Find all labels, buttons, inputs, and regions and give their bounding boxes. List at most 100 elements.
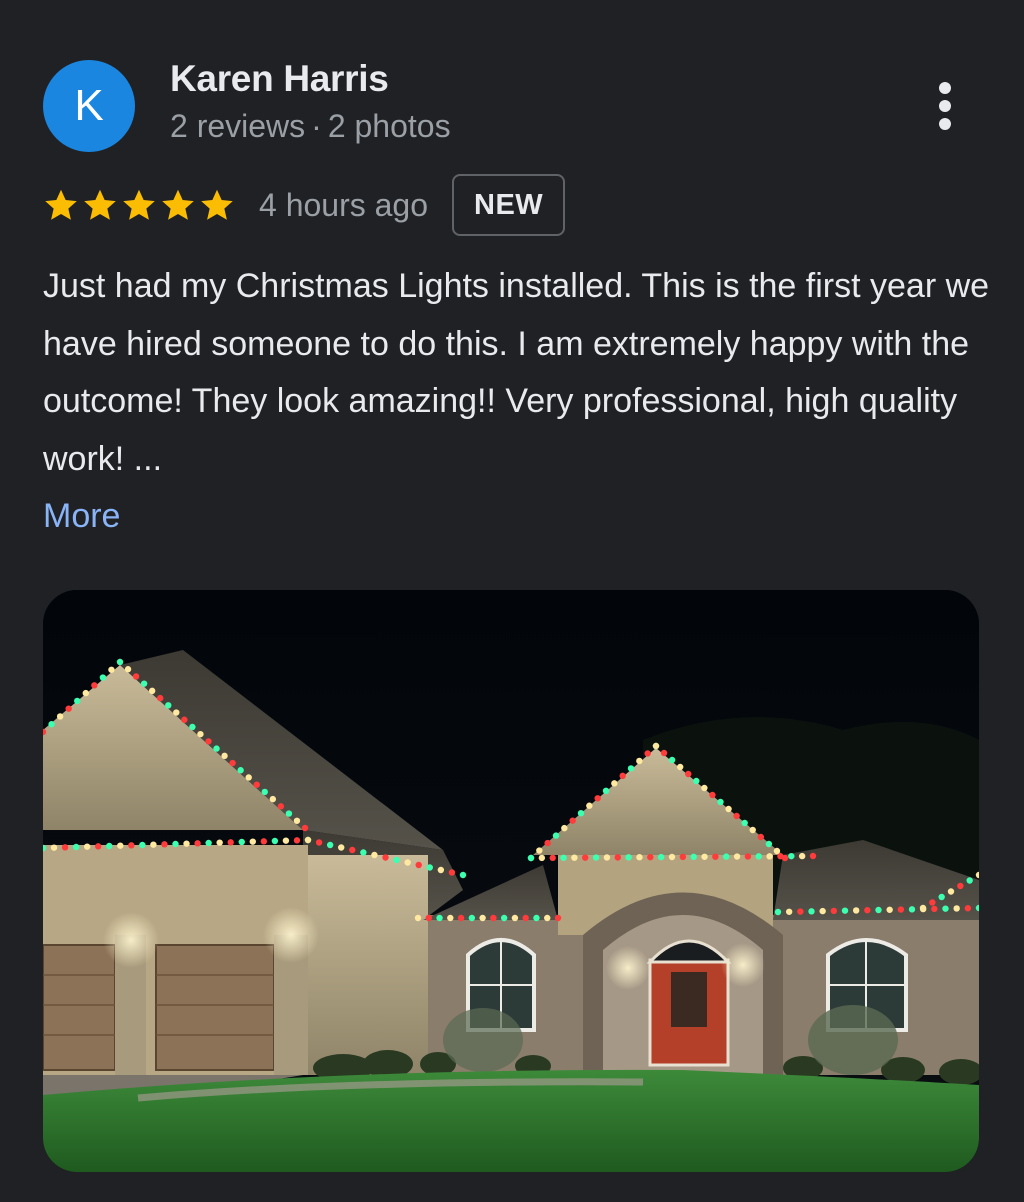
light-bulb bbox=[582, 854, 589, 861]
light-bulb bbox=[788, 852, 795, 860]
light-bulb bbox=[625, 854, 632, 861]
light-bulb bbox=[293, 837, 301, 844]
light-bulb bbox=[841, 907, 849, 914]
review-count: 2 reviews bbox=[170, 108, 306, 144]
light-bulb bbox=[468, 914, 476, 922]
meta-separator: · bbox=[311, 108, 322, 144]
light-bulb bbox=[569, 817, 576, 824]
more-link[interactable]: More bbox=[43, 488, 120, 546]
light-bulb bbox=[91, 682, 98, 689]
light-bulb bbox=[117, 842, 124, 849]
more-options-button[interactable] bbox=[918, 72, 972, 140]
light-bulb bbox=[99, 674, 107, 681]
light-bulb bbox=[116, 658, 124, 666]
light-bulb bbox=[701, 784, 708, 792]
light-bulb bbox=[72, 843, 80, 851]
light-bulb bbox=[447, 914, 454, 922]
light-bulb bbox=[459, 871, 467, 879]
author-name[interactable]: Karen Harris bbox=[170, 58, 389, 100]
light-bulb bbox=[205, 738, 212, 745]
light-bulb bbox=[74, 697, 81, 705]
light-bulb bbox=[393, 856, 400, 864]
light-bulb bbox=[360, 849, 367, 856]
light-bulb bbox=[685, 770, 692, 778]
light-bulb bbox=[172, 840, 179, 848]
light-bulb bbox=[161, 841, 168, 848]
light-bulb bbox=[106, 842, 113, 850]
light-bulb bbox=[148, 687, 156, 695]
light-bulb bbox=[205, 839, 212, 847]
star-icon bbox=[162, 189, 194, 220]
light-bulb bbox=[966, 877, 973, 884]
light-bulb bbox=[852, 907, 860, 914]
light-bulb bbox=[479, 914, 486, 922]
light-bulb bbox=[765, 840, 773, 848]
light-bulb bbox=[774, 908, 782, 916]
light-bulb bbox=[229, 759, 236, 767]
light-bulb bbox=[757, 833, 765, 841]
light-bulb bbox=[668, 756, 676, 764]
light-bulb bbox=[690, 853, 697, 861]
more-vert-icon bbox=[939, 82, 951, 94]
light-bulb bbox=[56, 713, 64, 720]
light-bulb bbox=[538, 854, 546, 862]
light-bulb bbox=[561, 824, 568, 832]
star-icon bbox=[123, 189, 155, 220]
light-bulb bbox=[627, 765, 635, 772]
light-bulb bbox=[964, 905, 972, 912]
light-bulb bbox=[61, 844, 69, 851]
light-bulb bbox=[124, 666, 132, 673]
light-bulb bbox=[415, 861, 422, 869]
light-bulb bbox=[897, 906, 905, 913]
light-bulb bbox=[253, 781, 260, 788]
star-icon bbox=[45, 189, 77, 220]
new-badge: NEW bbox=[452, 174, 566, 236]
light-bulb bbox=[500, 914, 508, 922]
star-icon bbox=[201, 189, 233, 220]
light-bulb bbox=[245, 774, 252, 781]
light-bulb bbox=[544, 914, 551, 922]
light-bulb bbox=[733, 853, 741, 860]
light-bulb bbox=[785, 908, 793, 915]
light-bulb bbox=[602, 787, 610, 794]
light-bulb bbox=[50, 844, 58, 851]
light-bulb bbox=[712, 853, 719, 860]
light-bulb bbox=[773, 847, 781, 855]
star-rating bbox=[42, 187, 237, 223]
author-meta: 2 reviews · 2 photos bbox=[170, 108, 451, 145]
house-photo-illustration bbox=[43, 590, 979, 1172]
light-bulb bbox=[216, 839, 223, 846]
review-time: 4 hours ago bbox=[259, 186, 429, 223]
light-bulb bbox=[819, 907, 826, 915]
light-bulb bbox=[282, 837, 290, 844]
light-bulb bbox=[65, 705, 72, 712]
light-bulb bbox=[586, 802, 593, 809]
more-vert-icon-dot bbox=[939, 100, 951, 112]
more-vert-icon-dot bbox=[939, 118, 951, 130]
light-bulb bbox=[942, 905, 949, 912]
light-bulb bbox=[957, 882, 964, 890]
light-bulb bbox=[139, 841, 146, 849]
review-photo[interactable] bbox=[43, 590, 979, 1172]
light-bulb bbox=[227, 839, 234, 846]
light-bulb bbox=[766, 853, 773, 860]
light-bulb bbox=[285, 810, 293, 817]
light-bulb bbox=[436, 914, 443, 922]
light-bulb bbox=[213, 745, 220, 752]
light-bulb bbox=[271, 837, 279, 845]
light-bulb bbox=[221, 752, 228, 760]
light-bulb bbox=[414, 914, 422, 922]
light-bulb bbox=[82, 689, 89, 697]
light-bulb bbox=[260, 838, 268, 845]
light-bulb bbox=[108, 666, 115, 673]
light-bulb bbox=[277, 803, 285, 810]
light-bulb bbox=[571, 854, 578, 861]
light-bulb bbox=[533, 914, 540, 922]
light-bulb bbox=[749, 826, 756, 834]
avatar[interactable]: K bbox=[43, 60, 135, 152]
light-bulb bbox=[425, 914, 432, 922]
light-bulb bbox=[679, 853, 687, 861]
light-bulb bbox=[723, 853, 730, 860]
light-bulb bbox=[197, 730, 204, 738]
light-bulb bbox=[709, 791, 716, 799]
